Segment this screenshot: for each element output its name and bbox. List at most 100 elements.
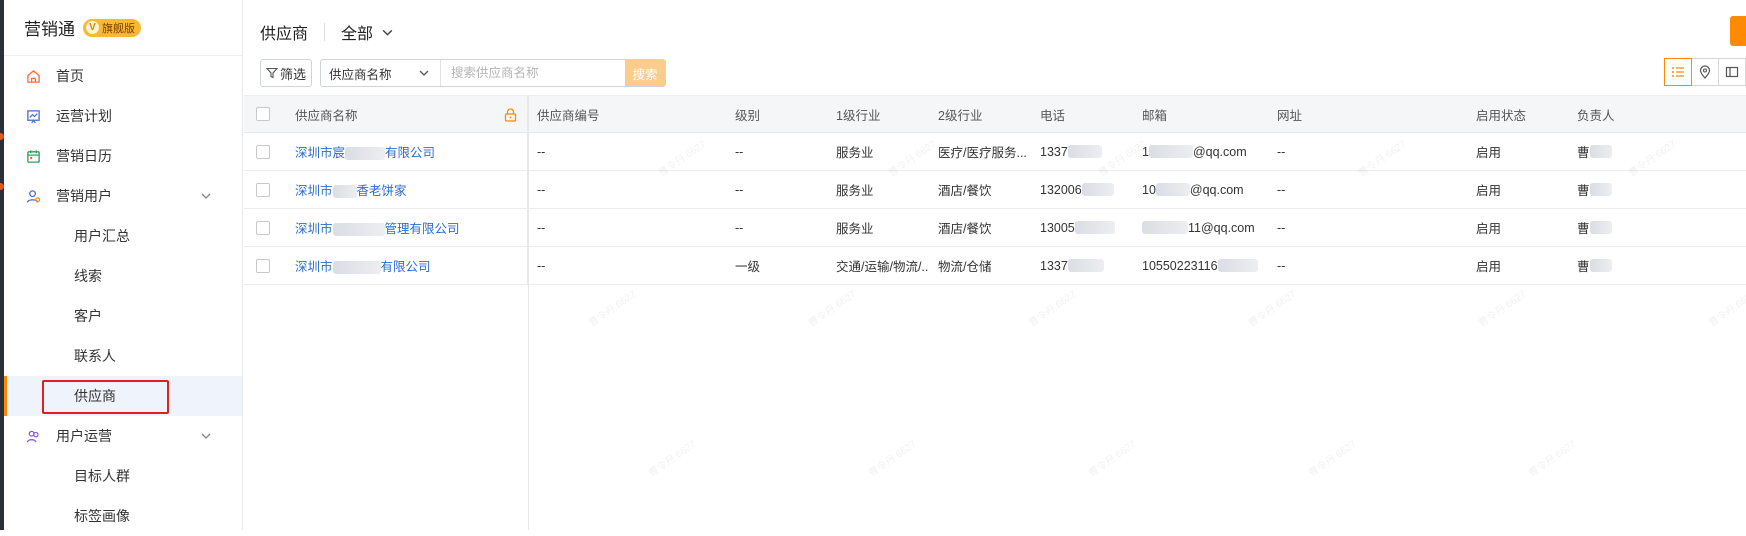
row-checkbox[interactable]: [256, 144, 270, 159]
brand[interactable]: 营销通 V 旗舰版: [4, 0, 242, 56]
v-icon: V: [86, 21, 99, 34]
column-header[interactable]: 供应商编号: [528, 96, 726, 132]
sidebar-item-home[interactable]: 首页: [4, 56, 242, 96]
column-header[interactable]: 邮箱: [1133, 96, 1268, 132]
supplier-name-cell[interactable]: 深圳市 有限公司: [286, 247, 528, 284]
page-title: 供应商: [260, 26, 309, 43]
email-cell: 1 @qq.com: [1142, 144, 1247, 159]
email-cell: 11@qq.com: [1133, 209, 1268, 246]
supplier-name-link[interactable]: 深圳市 有限公司: [295, 256, 431, 275]
level-cell: --: [735, 182, 744, 197]
column-header[interactable]: 供应商名称: [286, 96, 528, 132]
sidebar-item-user-ops[interactable]: 用户运营: [4, 416, 242, 456]
table-row[interactable]: 深圳市 香老饼家 -- -- 服务业 酒店/餐饮 132006 10 @qq.com -- 启用 曹: [244, 171, 1746, 209]
email-cell: 10550223116: [1133, 247, 1268, 284]
column-header[interactable]: 电话: [1031, 96, 1133, 132]
home-icon: [24, 67, 42, 85]
column-header[interactable]: 2级行业: [929, 96, 1031, 132]
column-header[interactable]: 负责人: [1568, 96, 1648, 132]
chevron-down-icon: [382, 29, 393, 36]
lock-icon[interactable]: [504, 108, 517, 122]
industry-level1-cell: 服务业: [836, 222, 874, 236]
status-cell: 启用: [1476, 260, 1502, 274]
search-button[interactable]: 搜索: [625, 60, 665, 86]
edition-badge-label: 旗舰版: [102, 22, 135, 35]
view-selector-label: 全部: [341, 26, 374, 43]
sidebar-item-suppliers[interactable]: 供应商: [4, 376, 242, 416]
calendar-icon: [24, 147, 42, 165]
supplier-table: 供应商名称 供应商编号 级别 1级行业 2级行业 电话 邮箱 网址 启用状态 负…: [244, 95, 1746, 530]
filter-button[interactable]: 筛选: [260, 59, 312, 87]
search-group: 供应商名称 搜索: [320, 59, 666, 87]
industry-level2-cell: 酒店/餐饮: [938, 222, 992, 236]
supplier-name-link[interactable]: 深圳市宸 有限公司: [295, 142, 435, 161]
phone-cell: 132006: [1031, 171, 1133, 208]
sidebar-item-tag-profile[interactable]: 标签画像: [4, 496, 242, 536]
row-select-cell: [244, 171, 286, 208]
status-cell: 启用: [1476, 184, 1502, 198]
edition-badge: V 旗舰版: [83, 18, 141, 37]
sidebar-item-target-audience[interactable]: 目标人群: [4, 456, 242, 496]
highlight-annotation: [42, 380, 169, 414]
level-cell: --: [735, 144, 744, 159]
owner-cell: 曹: [1568, 247, 1648, 284]
table-row[interactable]: 深圳市 管理有限公司 -- -- 服务业 酒店/餐饮 13005 11@qq.com -- 启用 曹: [244, 209, 1746, 247]
sidebar-item-plan[interactable]: 运营计划: [4, 96, 242, 136]
row-select-cell: [244, 133, 286, 170]
sidebar-item-label: 标签画像: [74, 508, 130, 524]
user-ops-icon: [24, 427, 42, 445]
row-select-cell: [244, 209, 286, 246]
sidebar-item-user-summary[interactable]: 用户汇总: [4, 216, 242, 256]
row-checkbox[interactable]: [256, 220, 270, 235]
column-header[interactable]: 启用状态: [1467, 96, 1568, 132]
map-view-button[interactable]: [1691, 58, 1719, 86]
email-cell: 10 @qq.com: [1142, 182, 1244, 197]
status-cell: 启用: [1476, 222, 1502, 236]
chevron-down-icon: [201, 193, 211, 199]
row-checkbox[interactable]: [256, 182, 270, 197]
website-cell: --: [1277, 144, 1286, 159]
filter-icon: [265, 67, 278, 79]
watermark-text: 曹令丹 6627: [806, 288, 859, 330]
status-cell: 启用: [1476, 146, 1502, 160]
supplier-name-cell[interactable]: 深圳市 香老饼家: [286, 171, 528, 208]
sidebar-item-leads[interactable]: 线索: [4, 256, 242, 296]
main-content: 供应商 全部 筛选 供应商名称 搜索供应商名称 搜索 供应商名称 供应商编号 级…: [244, 0, 1746, 530]
split-view-button[interactable]: [1718, 58, 1746, 86]
table-row[interactable]: 深圳市 有限公司 -- 一级 交通/运输/物流/... 物流/仓储 1337 10550223…: [244, 247, 1746, 285]
sidebar-item-users[interactable]: 营销用户: [4, 176, 242, 216]
supplier-name-link[interactable]: 深圳市 管理有限公司: [295, 218, 460, 237]
sidebar-item-label: 目标人群: [74, 468, 130, 484]
watermark-text: 曹令丹 6627: [646, 438, 699, 480]
primary-action-button[interactable]: [1730, 16, 1746, 46]
industry-level2-cell: 医疗/医疗服务...: [938, 146, 1027, 160]
list-view-button[interactable]: [1664, 58, 1692, 86]
sidebar-item-customers[interactable]: 客户: [4, 296, 242, 336]
industry-level1-cell: 服务业: [836, 146, 874, 160]
sidebar-item-label: 用户运营: [56, 428, 112, 444]
sidebar-item-calendar[interactable]: 营销日历: [4, 136, 242, 176]
supplier-name-cell[interactable]: 深圳市宸 有限公司: [286, 133, 528, 170]
table-row[interactable]: 深圳市宸 有限公司 -- -- 服务业 医疗/医疗服务... 1337 1 @qq.com -- 启…: [244, 133, 1746, 171]
supplier-code-cell: --: [537, 258, 546, 273]
header-divider: [324, 23, 326, 41]
watermark-text: 曹令丹 6627: [1086, 438, 1139, 480]
chevron-down-icon: [419, 70, 429, 76]
search-input[interactable]: [441, 60, 625, 86]
plan-icon: [24, 107, 42, 125]
sidebar-item-contacts[interactable]: 联系人: [4, 336, 242, 376]
row-checkbox[interactable]: [256, 258, 270, 273]
column-header[interactable]: 网址: [1268, 96, 1467, 132]
supplier-name-link[interactable]: 深圳市 香老饼家: [295, 180, 407, 199]
search-field-select[interactable]: 供应商名称: [321, 60, 441, 86]
owner-cell: 曹: [1568, 209, 1648, 246]
watermark-text: 曹令丹 6627: [1476, 288, 1529, 330]
sidebar-item-label: 营销用户: [56, 188, 112, 204]
view-selector[interactable]: 全部: [341, 20, 394, 44]
column-header[interactable]: 级别: [726, 96, 827, 132]
phone-cell: 1337: [1031, 133, 1133, 170]
column-header[interactable]: 1级行业: [827, 96, 929, 132]
supplier-name-cell[interactable]: 深圳市 管理有限公司: [286, 209, 528, 246]
select-all-checkbox[interactable]: [256, 107, 270, 121]
location-pin-icon: [1699, 65, 1711, 79]
